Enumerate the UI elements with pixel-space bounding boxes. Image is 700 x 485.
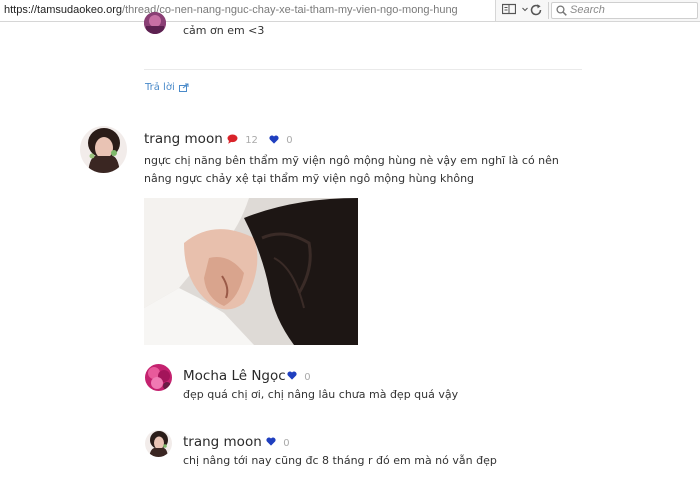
comment-meta: 12 0	[227, 134, 293, 147]
comment-text: ngực chị năng bên thẩm mỹ viện ngô mộng …	[144, 154, 559, 185]
comment-count: 12	[245, 135, 258, 146]
comment-bubble-icon[interactable]	[227, 134, 238, 147]
reply-author[interactable]: Mocha Lê Ngọc	[183, 368, 286, 384]
search-placeholder: Search	[570, 4, 605, 16]
reply-text: đẹp quá chị ơi, chị nâng lâu chưa mà đẹp…	[183, 388, 459, 401]
avatar[interactable]	[145, 430, 172, 457]
like-count: 0	[304, 371, 311, 383]
reader-view-icon[interactable]	[502, 3, 518, 18]
avatar[interactable]	[80, 126, 127, 173]
search-input[interactable]: Search	[551, 2, 698, 19]
comment-author[interactable]: trang moon	[144, 131, 223, 147]
browser-toolbar: https://tamsudaokeo.org/thread/co-nen-na…	[0, 0, 700, 22]
reply-meta: 0	[287, 371, 311, 383]
reply-arrow-icon	[178, 83, 189, 95]
avatar[interactable]	[144, 12, 166, 34]
url-path: /thread/co-nen-nang-nguc-chay-xe-tai-tha…	[122, 4, 458, 16]
search-icon	[556, 5, 567, 16]
reply-meta: 0	[266, 437, 290, 449]
address-bar[interactable]: https://tamsudaokeo.org/thread/co-nen-na…	[0, 0, 496, 21]
heart-icon[interactable]	[269, 134, 279, 147]
comment-photo[interactable]	[144, 198, 358, 345]
reload-icon[interactable]	[529, 3, 545, 18]
heart-icon[interactable]	[287, 371, 297, 383]
divider	[144, 69, 582, 70]
avatar[interactable]	[145, 364, 172, 391]
reply-text: cảm ơn em <3	[183, 24, 265, 37]
like-count: 0	[286, 135, 293, 146]
reply-label: Trả lời	[145, 82, 175, 93]
heart-icon[interactable]	[266, 437, 276, 449]
toolbar-separator	[548, 2, 549, 19]
reply-text: chị nâng tới nay cũng đc 8 tháng r đó em…	[183, 454, 497, 467]
like-count: 0	[283, 437, 290, 449]
url-host: https://tamsudaokeo.org	[4, 4, 123, 16]
reply-button[interactable]: Trả lời	[145, 82, 189, 95]
reply-author[interactable]: trang moon	[183, 434, 262, 450]
